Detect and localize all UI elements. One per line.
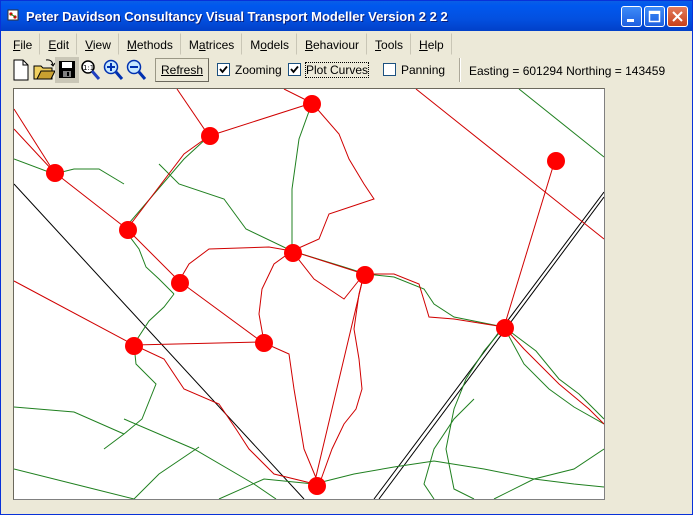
minimize-button[interactable] — [621, 6, 642, 27]
network-node[interactable] — [496, 319, 514, 337]
rail-lines — [14, 183, 604, 499]
zooming-label: Zooming — [235, 63, 282, 77]
panning-checkbox[interactable]: Panning — [383, 62, 445, 78]
network-node[interactable] — [125, 337, 143, 355]
toolbar: 1:1 Refresh Zooming Plot Curves Panning — [5, 57, 465, 83]
menu-behaviour[interactable]: Behaviour — [297, 33, 368, 55]
zoom-extents-icon[interactable]: 1:1 — [78, 57, 102, 83]
menu-models[interactable]: Models — [242, 33, 297, 55]
close-button[interactable] — [667, 6, 688, 27]
application-window: Peter Davidson Consultancy Visual Transp… — [0, 0, 693, 515]
minimize-icon — [627, 19, 634, 22]
network-map[interactable] — [14, 89, 604, 499]
app-icon — [7, 9, 19, 21]
open-folder-icon[interactable] — [32, 57, 56, 83]
plot-curves-checkbox[interactable]: Plot Curves — [288, 62, 370, 78]
menu-methods[interactable]: Methods — [119, 33, 181, 55]
green-road-links — [14, 89, 604, 499]
save-disk-icon[interactable] — [55, 57, 79, 83]
menu-view[interactable]: View — [77, 33, 119, 55]
network-node[interactable] — [46, 164, 64, 182]
zooming-checkbox-box[interactable] — [217, 63, 230, 76]
window-title: Peter Davidson Consultancy Visual Transp… — [26, 9, 448, 24]
plot-curves-label: Plot Curves — [304, 62, 370, 78]
refresh-button[interactable]: Refresh — [155, 58, 209, 82]
network-node[interactable] — [308, 477, 326, 495]
maximize-icon — [648, 10, 661, 23]
plot-curves-checkbox-box[interactable] — [288, 63, 301, 76]
network-node[interactable] — [119, 221, 137, 239]
network-node[interactable] — [284, 244, 302, 262]
network-nodes — [46, 95, 565, 495]
menu-bar: File Edit View Methods Matrices Models B… — [5, 33, 452, 55]
panning-label: Panning — [401, 63, 446, 77]
red-road-links — [14, 89, 604, 486]
maximize-button[interactable] — [644, 6, 665, 27]
coordinates-readout: Easting = 601294 Northing = 143459 — [469, 64, 666, 78]
menu-edit[interactable]: Edit — [40, 33, 78, 55]
network-node[interactable] — [201, 127, 219, 145]
menu-file[interactable]: File — [5, 33, 41, 55]
network-map-canvas[interactable] — [13, 88, 605, 500]
zoom-out-icon[interactable] — [124, 57, 148, 83]
network-node[interactable] — [356, 266, 374, 284]
title-bar[interactable]: Peter Davidson Consultancy Visual Transp… — [1, 1, 692, 31]
close-icon — [672, 11, 683, 22]
network-node[interactable] — [171, 274, 189, 292]
zoom-in-icon[interactable] — [101, 57, 125, 83]
network-node[interactable] — [303, 95, 321, 113]
menu-help[interactable]: Help — [411, 33, 452, 55]
toolbar-separator — [459, 58, 461, 82]
network-node[interactable] — [255, 334, 273, 352]
menu-matrices[interactable]: Matrices — [181, 33, 243, 55]
menu-tools[interactable]: Tools — [367, 33, 412, 55]
new-file-icon[interactable] — [9, 57, 33, 83]
zooming-checkbox[interactable]: Zooming — [217, 62, 282, 78]
panning-checkbox-box[interactable] — [383, 63, 396, 76]
network-node[interactable] — [547, 152, 565, 170]
